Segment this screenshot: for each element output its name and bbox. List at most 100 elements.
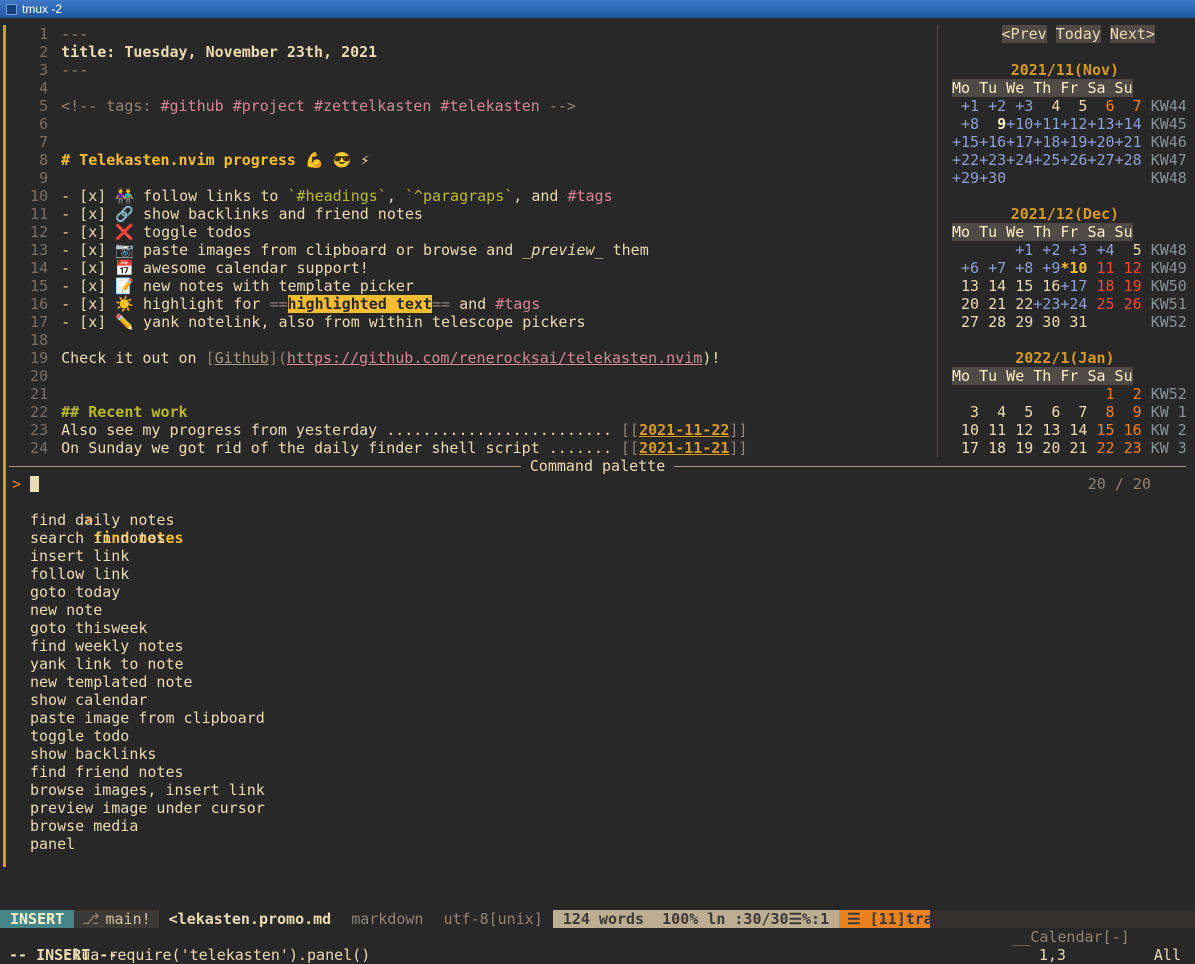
palette-item[interactable]: find daily notes	[0, 511, 1195, 529]
calendar-day[interactable]: 14	[979, 277, 1006, 295]
calendar-today-button[interactable]: Today	[1056, 25, 1101, 43]
calendar-day[interactable]: 21	[979, 295, 1006, 313]
calendar-day[interactable]: *10	[1060, 259, 1087, 277]
calendar-day[interactable]: +22	[952, 151, 979, 169]
palette-item[interactable]: insert link	[0, 547, 1195, 565]
calendar-day[interactable]: 25	[1087, 295, 1114, 313]
calendar-day[interactable]: 15	[1006, 277, 1033, 295]
calendar-day[interactable]: +20	[1087, 133, 1114, 151]
calendar-day[interactable]: 20	[952, 295, 979, 313]
calendar-day[interactable]: +24	[1060, 295, 1087, 313]
palette-item[interactable]: toggle todo	[0, 727, 1195, 745]
palette-item[interactable]: browse images, insert link	[0, 781, 1195, 799]
calendar-day[interactable]: 29	[1006, 313, 1033, 331]
calendar-day[interactable]: +7	[979, 259, 1006, 277]
calendar-day[interactable]: +4	[1087, 241, 1114, 259]
palette-item[interactable]: show calendar	[0, 691, 1195, 709]
calendar-day[interactable]: +27	[1087, 151, 1114, 169]
calendar-day[interactable]: 19	[1006, 439, 1033, 457]
calendar-day[interactable]: 4	[1033, 97, 1060, 115]
calendar-day[interactable]: +1	[1006, 241, 1033, 259]
calendar-day[interactable]: +13	[1087, 115, 1114, 133]
calendar-day[interactable]: 9	[1115, 403, 1142, 421]
calendar-day[interactable]: +8	[952, 115, 979, 133]
calendar-day[interactable]: 11	[1087, 259, 1114, 277]
calendar-day[interactable]: +14	[1115, 115, 1142, 133]
calendar-day[interactable]: 6	[1087, 97, 1114, 115]
calendar-day[interactable]: 26	[1115, 295, 1142, 313]
calendar-day[interactable]: +23	[1033, 295, 1060, 313]
calendar-day[interactable]: 18	[979, 439, 1006, 457]
calendar-day[interactable]: 4	[979, 403, 1006, 421]
calendar-day[interactable]: +9	[1033, 259, 1060, 277]
calendar-day[interactable]: +2	[979, 97, 1006, 115]
calendar-day[interactable]: +25	[1033, 151, 1060, 169]
calendar-day[interactable]: +6	[952, 259, 979, 277]
calendar-day[interactable]: 5	[1060, 97, 1087, 115]
calendar-day[interactable]: 13	[952, 277, 979, 295]
calendar-day[interactable]: +2	[1033, 241, 1060, 259]
calendar-day[interactable]: +15	[952, 133, 979, 151]
calendar-next-button[interactable]: Next>	[1110, 25, 1155, 43]
calendar-day[interactable]: 5	[1006, 403, 1033, 421]
calendar-day[interactable]: +21	[1115, 133, 1142, 151]
calendar-day[interactable]: +11	[1033, 115, 1060, 133]
calendar-day[interactable]: 5	[1115, 241, 1142, 259]
calendar-day[interactable]: 7	[1115, 97, 1142, 115]
calendar-day[interactable]: 23	[1115, 439, 1142, 457]
palette-item[interactable]: browse media	[0, 817, 1195, 835]
palette-item[interactable]: panel	[0, 835, 1195, 853]
calendar-day[interactable]: +1	[952, 97, 979, 115]
calendar-day[interactable]: +29	[952, 169, 979, 187]
calendar-day[interactable]: 31	[1060, 313, 1087, 331]
calendar-day[interactable]: 28	[979, 313, 1006, 331]
calendar-day[interactable]: 2	[1115, 385, 1142, 403]
calendar-day[interactable]: 10	[952, 421, 979, 439]
calendar-day[interactable]: 9	[979, 115, 1006, 133]
calendar-day[interactable]: +23	[979, 151, 1006, 169]
calendar-day[interactable]: 16	[1033, 277, 1060, 295]
calendar-day[interactable]: +3	[1060, 241, 1087, 259]
calendar-day[interactable]: 12	[1115, 259, 1142, 277]
palette-prompt-row[interactable]: > 20 / 20	[0, 475, 1195, 493]
calendar-day[interactable]: 13	[1033, 421, 1060, 439]
calendar-day[interactable]: 22	[1006, 295, 1033, 313]
calendar-day[interactable]: 17	[952, 439, 979, 457]
calendar-day[interactable]: 16	[1115, 421, 1142, 439]
palette-item[interactable]: find friend notes	[0, 763, 1195, 781]
calendar-day[interactable]: +16	[979, 133, 1006, 151]
editor-pane[interactable]: 1---2title: Tuesday, November 23th, 2021…	[12, 25, 937, 457]
palette-item[interactable]: follow link	[0, 565, 1195, 583]
calendar-day[interactable]: 1	[1087, 385, 1114, 403]
palette-item[interactable]: new templated note	[0, 673, 1195, 691]
calendar-day[interactable]: 20	[1033, 439, 1060, 457]
calendar-day[interactable]: +8	[1006, 259, 1033, 277]
calendar-day[interactable]: 27	[952, 313, 979, 331]
calendar-day[interactable]: +19	[1060, 133, 1087, 151]
calendar-day[interactable]: +30	[979, 169, 1006, 187]
palette-item[interactable]: new note	[0, 601, 1195, 619]
calendar-day[interactable]: 15	[1087, 421, 1114, 439]
calendar-day[interactable]: +26	[1060, 151, 1087, 169]
calendar-day[interactable]: 30	[1033, 313, 1060, 331]
palette-item[interactable]: preview image under cursor	[0, 799, 1195, 817]
palette-item[interactable]: yank link to note	[0, 655, 1195, 673]
palette-item[interactable]: goto thisweek	[0, 619, 1195, 637]
calendar-day[interactable]: +28	[1115, 151, 1142, 169]
calendar-day[interactable]: 6	[1033, 403, 1060, 421]
calendar-day[interactable]: +17	[1006, 133, 1033, 151]
calendar-day[interactable]: +10	[1006, 115, 1033, 133]
palette-selected-item[interactable]: > find notes	[0, 493, 1195, 511]
calendar-day[interactable]: 11	[979, 421, 1006, 439]
calendar-day[interactable]: +3	[1006, 97, 1033, 115]
palette-item[interactable]: goto today	[0, 583, 1195, 601]
calendar-day[interactable]: +18	[1033, 133, 1060, 151]
calendar-day[interactable]: 3	[952, 403, 979, 421]
calendar-day[interactable]: 19	[1115, 277, 1142, 295]
calendar-day[interactable]: 14	[1060, 421, 1087, 439]
calendar-day[interactable]: 7	[1060, 403, 1087, 421]
calendar-day[interactable]: +24	[1006, 151, 1033, 169]
palette-item[interactable]: show backlinks	[0, 745, 1195, 763]
calendar-day[interactable]: 8	[1087, 403, 1114, 421]
calendar-day[interactable]: +12	[1060, 115, 1087, 133]
